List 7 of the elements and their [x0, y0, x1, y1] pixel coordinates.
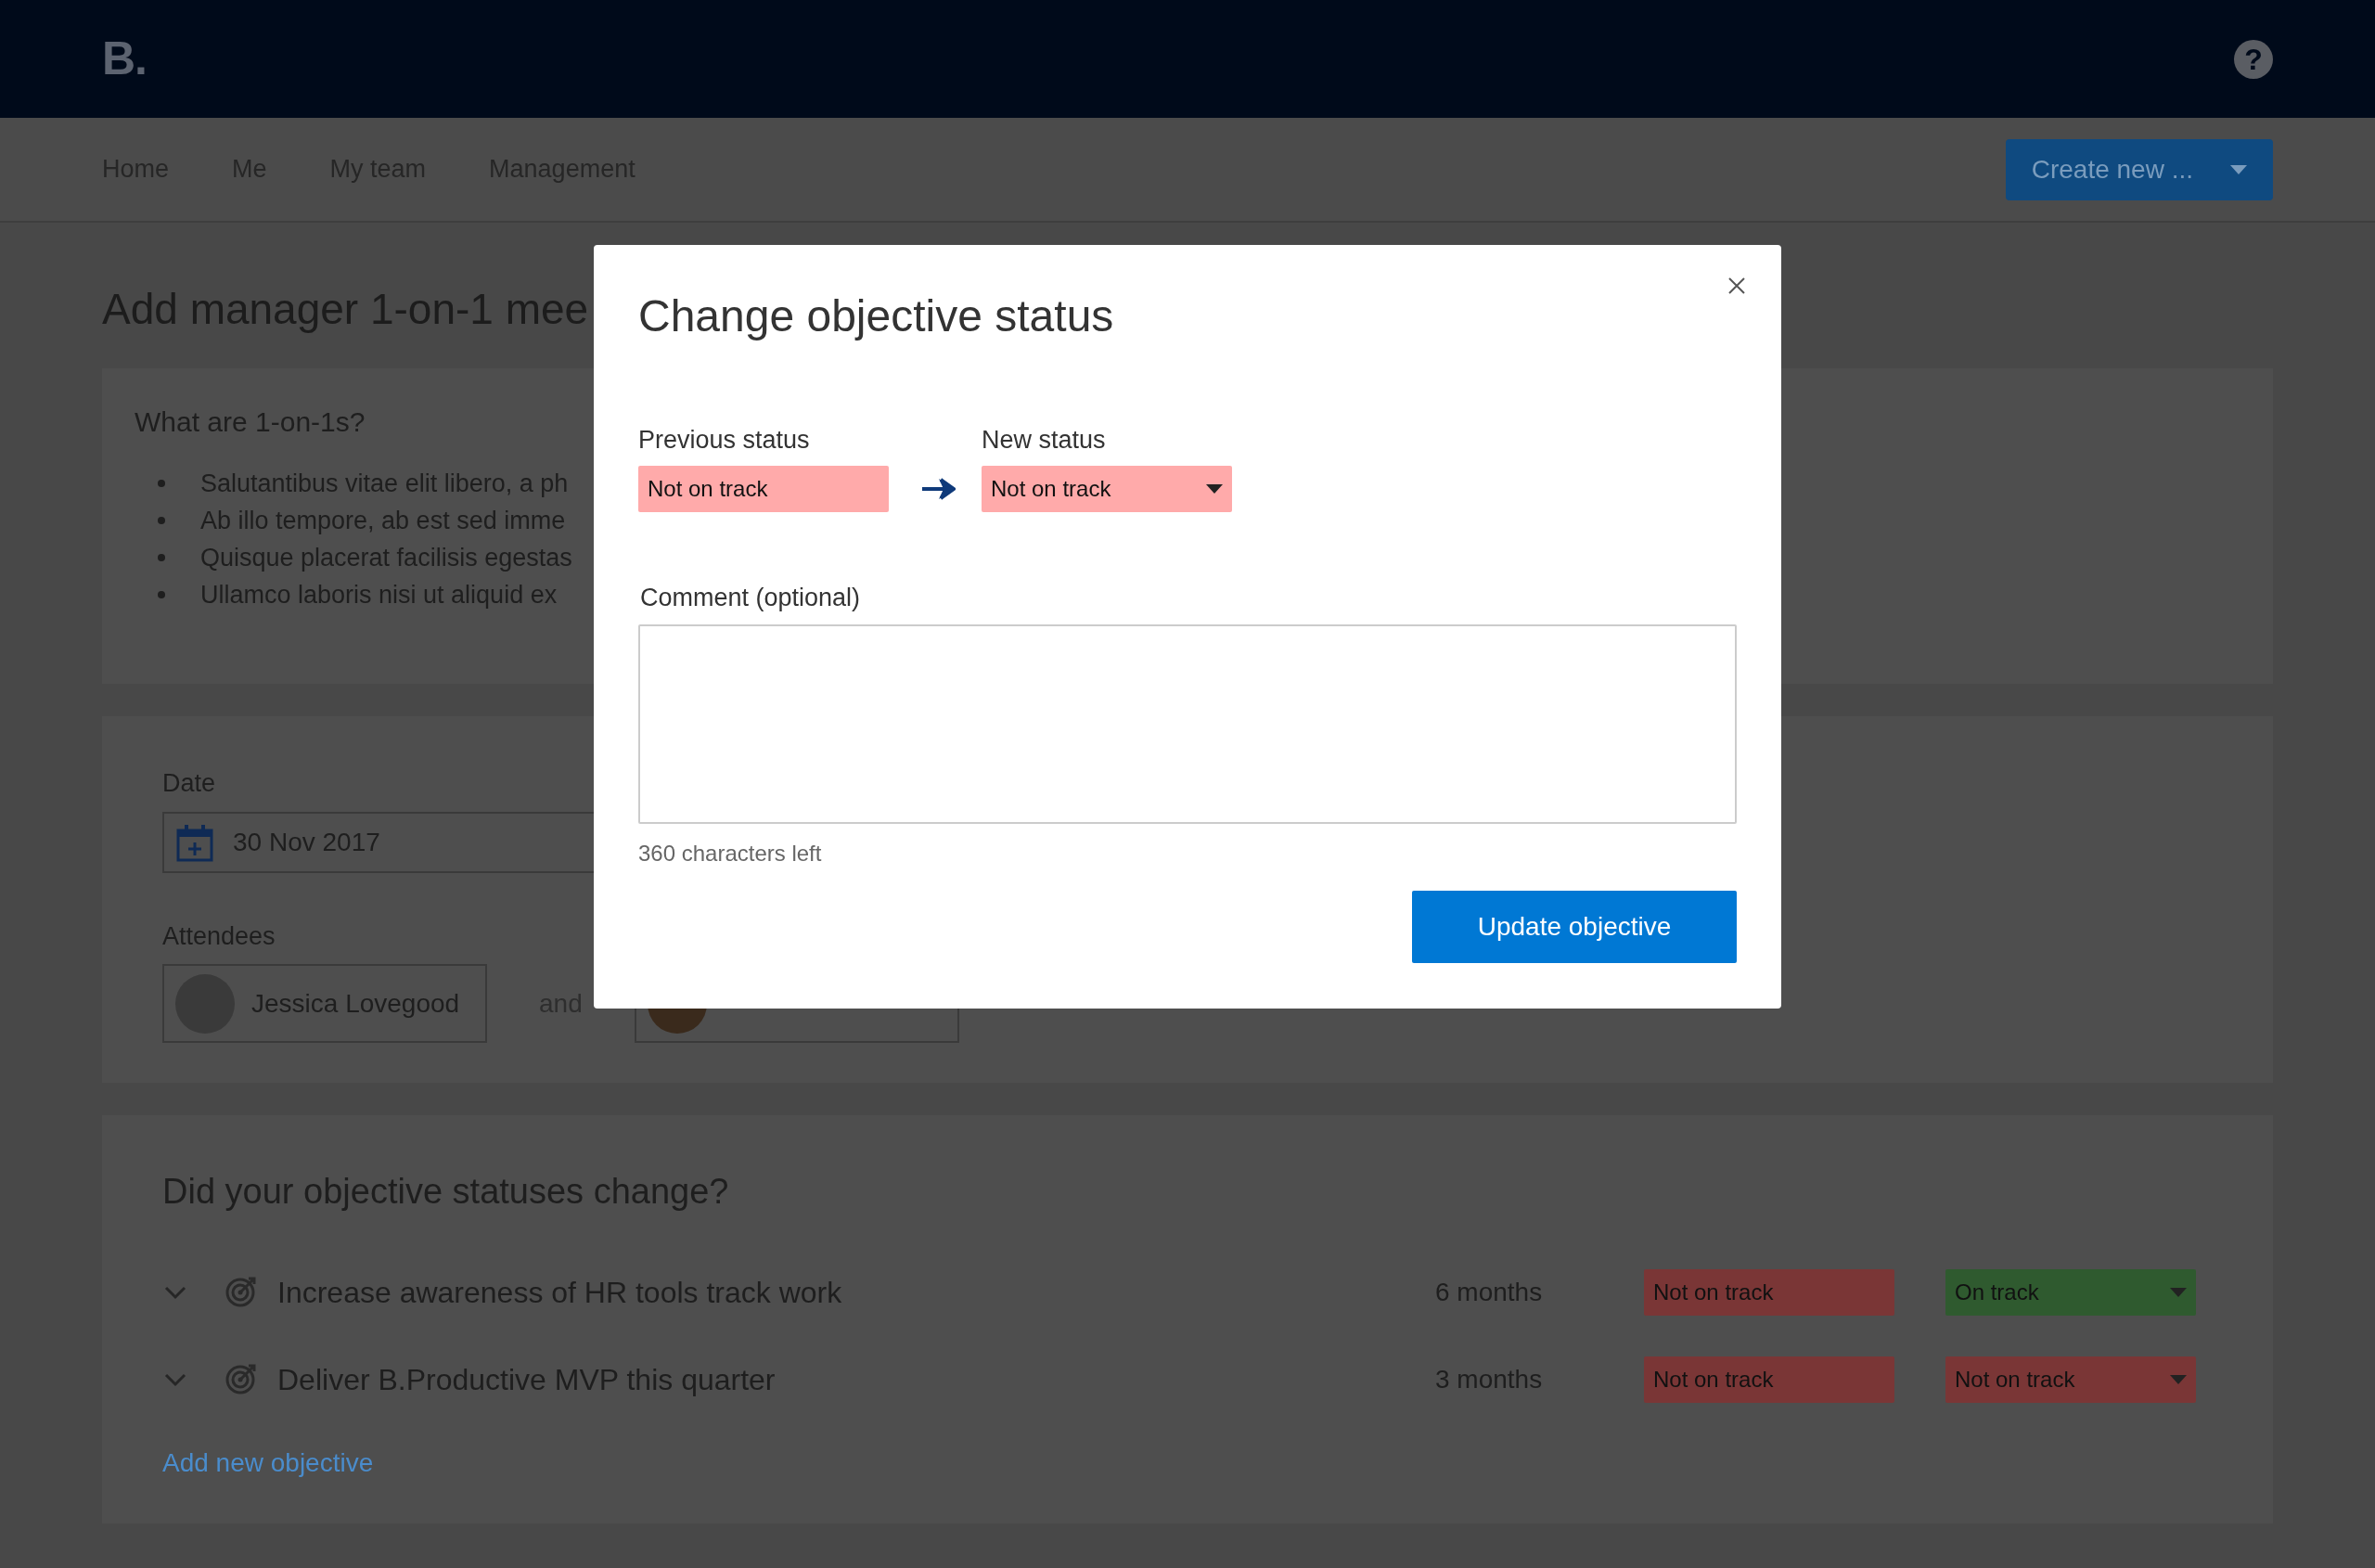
- field-label: Comment (optional): [640, 583, 862, 614]
- field-label: Previous status: [638, 424, 811, 456]
- status-label: Not on track: [1644, 1268, 1894, 1316]
- status-label: Not on track: [638, 466, 889, 513]
- status-label: Not on track: [1644, 1356, 1894, 1403]
- modal-title: Change objective status: [638, 290, 1115, 342]
- field-label: New status: [982, 424, 1107, 456]
